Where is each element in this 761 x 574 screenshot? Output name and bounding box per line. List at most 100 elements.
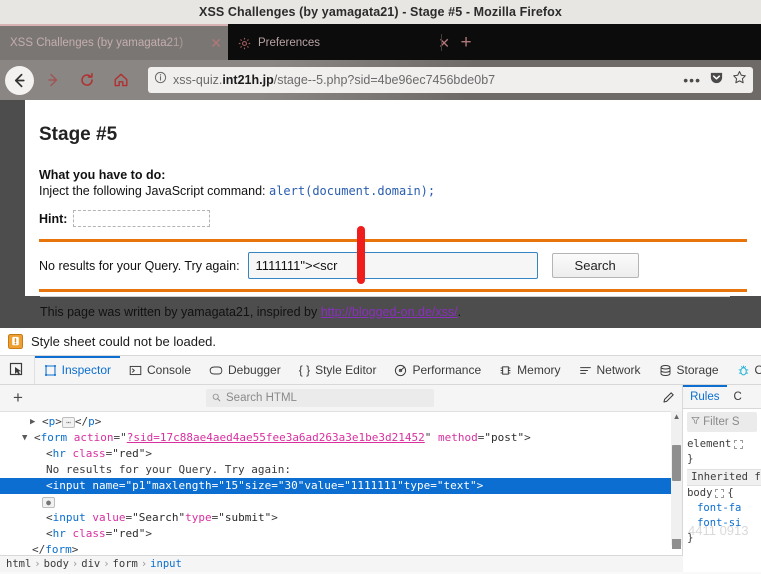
browser-tab-label: XSS Challenges (by yamagata21) <box>10 37 184 49</box>
warning-icon <box>8 334 23 349</box>
markup-view: + Search HTML ▶ < p > ⋯ </p > ▼ < form a… <box>0 385 684 572</box>
attr-action: action <box>73 431 114 444</box>
url-text[interactable]: xss-quiz.int21h.jp/stage--5.php?sid=4be9… <box>173 73 675 87</box>
markup-row-input-text[interactable]: < input name = "p1" maxlength = "15" size = "30… <box>0 478 683 494</box>
tab-label: Performance <box>412 363 482 377</box>
attr-value: value <box>304 479 338 492</box>
breadcrumb-separator: › <box>34 558 41 570</box>
search-icon <box>212 389 221 407</box>
tab-memory[interactable]: Memory <box>490 356 569 384</box>
breadcrumb-separator: › <box>103 558 110 570</box>
divider-bottom <box>39 289 747 292</box>
tab-style-editor[interactable]: { } Style Editor <box>290 356 386 384</box>
window-titlebar: XSS Challenges (by yamagata21) - Stage #… <box>0 0 761 25</box>
forward-button[interactable] <box>38 65 68 95</box>
expand-twisty-icon[interactable]: ▶ <box>30 414 40 430</box>
attr-action-value[interactable]: ?sid=17c88ae4aed4ae55fee3a6ad263a3e1be3d… <box>127 430 425 446</box>
collapsed-children-icon[interactable]: ⋯ <box>61 416 75 428</box>
page-actions-icon[interactable]: ••• <box>683 73 701 87</box>
markup-row-whitespace[interactable]: ● <box>0 494 682 510</box>
tab-omnibug[interactable]: Omnibug <box>728 356 761 384</box>
back-button[interactable] <box>5 65 34 95</box>
markup-row-hr-1[interactable]: < hr class = "red" > <box>0 446 682 462</box>
devtools-toolbar: Inspector Console Debugger { } Style Edi… <box>0 356 761 385</box>
tab-label: Omnibug <box>754 363 761 377</box>
tab-inspector[interactable]: Inspector <box>34 356 121 384</box>
bookmark-star-icon[interactable] <box>732 70 747 90</box>
rules-sidebar-tabs: Rules C <box>683 385 761 409</box>
page-info-icon[interactable] <box>154 71 167 89</box>
breadcrumb-item-div[interactable]: div <box>81 558 100 570</box>
breadcrumb-separator: › <box>71 558 79 570</box>
eyedropper-icon[interactable] <box>661 391 675 405</box>
breadcrumb-item-input[interactable]: input <box>150 558 182 570</box>
search-input[interactable]: Search HTML <box>206 389 434 407</box>
breadcrumb-separator: › <box>140 558 148 570</box>
new-tab-button[interactable]: + <box>449 26 483 60</box>
footer-link[interactable]: http://blogged-on.de/xss/ <box>321 305 458 319</box>
browser-tab-preferences[interactable]: Preferences ✕ <box>228 26 456 60</box>
rule-close-brace: } <box>687 453 694 465</box>
tab-label: Style Editor <box>315 363 377 377</box>
query-label: No results for your Query. Try again: <box>39 258 240 273</box>
stage-heading: Stage #5 <box>39 124 118 145</box>
rules-filter-input[interactable]: Filter S <box>687 412 757 432</box>
rule-body[interactable]: body { <box>687 486 761 501</box>
attr-class: class <box>72 527 106 540</box>
tab-console[interactable]: Console <box>120 356 200 384</box>
scrollbar-thumb[interactable] <box>672 445 682 481</box>
close-icon[interactable]: ✕ <box>210 36 222 50</box>
query-input[interactable] <box>247 252 538 279</box>
tab-label: Debugger <box>228 363 281 377</box>
tab-label: Memory <box>517 363 561 377</box>
css-property-font-size[interactable]: font-si <box>687 516 761 531</box>
markup-row-input-submit[interactable]: < input value = "Search" type = "submit" > <box>0 510 682 526</box>
notification-bar: Style sheet could not be loaded. <box>0 328 761 356</box>
markup-row-form[interactable]: ▼ < form action =" ?sid=17c88ae4aed4ae55fee3… <box>0 430 682 446</box>
pocket-icon[interactable] <box>709 70 724 90</box>
notification-text: Style sheet could not be loaded. <box>31 334 217 349</box>
hint-label: Hint: <box>39 211 68 226</box>
tab-performance[interactable]: Performance <box>385 356 490 384</box>
breadcrumb-item-html[interactable]: html <box>6 558 31 570</box>
markup-row-p[interactable]: ▶ < p > ⋯ </p > <box>0 414 682 430</box>
css-property-font-family[interactable]: font-fa <box>687 501 761 516</box>
attr-class-value: "red" <box>112 527 146 540</box>
devtools-body: + Search HTML ▶ < p > ⋯ </p > ▼ < form a… <box>0 385 761 572</box>
markup-scrollbar[interactable]: ▲ <box>671 411 683 549</box>
attr-class-value: "red" <box>112 447 146 460</box>
markup-row-hr-2[interactable]: < hr class = "red" > <box>0 526 682 542</box>
rule-element[interactable]: element <box>687 437 761 452</box>
tab-network[interactable]: Network <box>570 356 650 384</box>
attr-value: value <box>92 511 126 524</box>
tab-separator <box>441 34 442 51</box>
scroll-up-icon[interactable]: ▲ <box>671 411 682 422</box>
browser-tab-label: Preferences <box>258 37 321 49</box>
scrollbar-thumb-bottom[interactable] <box>672 539 682 549</box>
task-text: Inject the following JavaScript command: <box>39 184 269 198</box>
tab-debugger[interactable]: Debugger <box>200 356 290 384</box>
attr-type-value: "text" <box>436 479 477 492</box>
toggle-rule-icon[interactable] <box>734 440 744 449</box>
tab-rules[interactable]: Rules <box>683 385 727 408</box>
markup-row-text[interactable]: No results for your Query. Try again: <box>0 462 682 478</box>
browser-tab-xss-challenges[interactable]: XSS Challenges (by yamagata21) ✕ <box>0 26 228 60</box>
breadcrumb-item-body[interactable]: body <box>44 558 69 570</box>
tab-computed[interactable]: C <box>727 385 749 408</box>
tab-storage[interactable]: Storage <box>650 356 728 384</box>
element-picker-icon[interactable] <box>0 356 35 384</box>
collapse-twisty-icon[interactable]: ▼ <box>22 430 32 446</box>
add-node-button[interactable]: + <box>0 388 36 408</box>
rules-sidebar: Rules C Filter S element } Inherited fro <box>683 385 761 572</box>
toggle-rule-icon[interactable] <box>715 489 725 498</box>
url-bar[interactable]: xss-quiz.int21h.jp/stage--5.php?sid=4be9… <box>148 67 753 93</box>
filter-icon <box>691 416 700 428</box>
reload-button[interactable] <box>72 65 102 95</box>
footer-credit: This page was written by yamagata21, ins… <box>0 297 761 319</box>
home-button[interactable] <box>106 65 136 95</box>
attr-value-value: "Search" <box>132 511 186 524</box>
footer-suffix: . <box>457 305 462 319</box>
task-label: What you have to do: <box>39 168 166 182</box>
search-button[interactable]: Search <box>551 253 639 278</box>
breadcrumb-item-form[interactable]: form <box>113 558 138 570</box>
